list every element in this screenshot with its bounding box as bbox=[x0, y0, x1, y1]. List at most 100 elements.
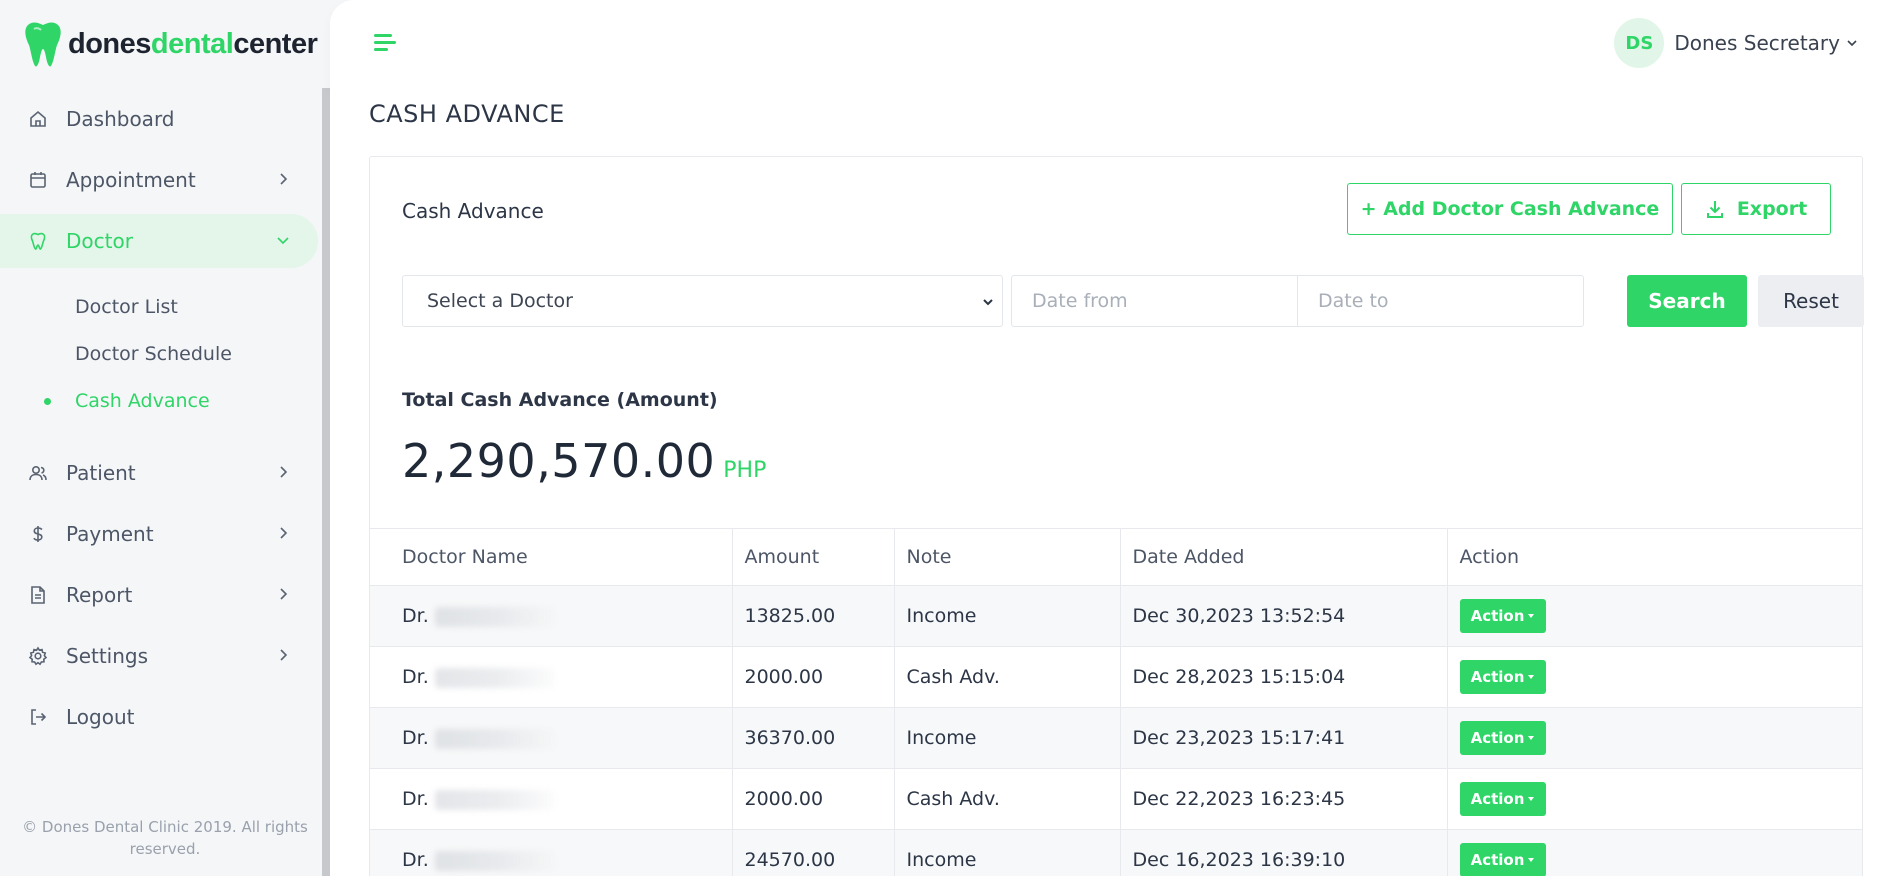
table-header-row: Doctor Name Amount Note Date Added Actio… bbox=[370, 528, 1862, 586]
caret-down-icon bbox=[1528, 614, 1535, 618]
search-button[interactable]: Search bbox=[1627, 275, 1747, 327]
sidebar-subitem-cash-advance[interactable]: Cash Advance bbox=[0, 377, 318, 424]
chevron-right-icon bbox=[280, 527, 288, 539]
avatar: DS bbox=[1614, 18, 1665, 68]
amount-cell: 2000.00 bbox=[731, 768, 894, 830]
download-icon bbox=[1706, 201, 1723, 218]
doctor-name-cell: Dr. bbox=[370, 585, 732, 647]
home-icon bbox=[28, 109, 48, 129]
total-value: 2,290,570.00 PHP bbox=[402, 434, 766, 488]
action-dropdown-button[interactable]: Action bbox=[1459, 782, 1546, 816]
logout-icon bbox=[28, 707, 48, 727]
chevron-down-icon bbox=[1847, 40, 1857, 47]
sidebar-item-label: Settings bbox=[66, 644, 149, 668]
date-cell: Dec 23,2023 15:17:41 bbox=[1119, 707, 1447, 769]
sidebar-item-appointment[interactable]: Appointment bbox=[0, 153, 318, 207]
brand-part-dones: dones bbox=[68, 27, 151, 60]
action-label: Action bbox=[1470, 790, 1525, 808]
user-menu[interactable]: DS Dones Secretary bbox=[1614, 18, 1858, 68]
sidebar-item-dashboard[interactable]: Dashboard bbox=[0, 92, 318, 146]
date-cell: Dec 28,2023 15:15:04 bbox=[1119, 646, 1447, 708]
caret-down-icon bbox=[1528, 797, 1535, 801]
doctor-submenu: Doctor List Doctor Schedule Cash Advance bbox=[0, 275, 318, 434]
chevron-right-icon bbox=[280, 466, 288, 478]
users-icon bbox=[28, 463, 48, 483]
amount-cell: 24570.00 bbox=[731, 829, 894, 876]
table-row: Dr. 2000.00 Cash Adv. Dec 28,2023 15:15:… bbox=[370, 646, 1862, 708]
sidebar-item-label: Logout bbox=[66, 705, 135, 729]
action-cell: Action bbox=[1446, 707, 1862, 769]
table-row: Dr. 24570.00 Income Dec 16,2023 16:39:10… bbox=[370, 829, 1862, 876]
doctor-name-cell: Dr. bbox=[370, 646, 732, 708]
menu-toggle-icon[interactable] bbox=[374, 34, 398, 52]
redacted-name bbox=[434, 789, 555, 810]
page-title: CASH ADVANCE bbox=[369, 100, 565, 128]
table-row: Dr. 13825.00 Income Dec 30,2023 13:52:54… bbox=[370, 585, 1862, 647]
doctor-prefix: Dr. bbox=[402, 727, 429, 749]
total-label: Total Cash Advance (Amount) bbox=[402, 389, 718, 411]
amount-cell: 2000.00 bbox=[731, 646, 894, 708]
column-header-note[interactable]: Note bbox=[893, 528, 1120, 586]
sidebar-item-report[interactable]: Report bbox=[0, 568, 318, 622]
dollar-icon bbox=[28, 524, 48, 544]
action-cell: Action bbox=[1446, 829, 1862, 876]
brand-part-dental: dental bbox=[150, 27, 234, 60]
date-to-input[interactable]: Date to bbox=[1297, 275, 1584, 327]
note-cell: Cash Adv. bbox=[893, 768, 1120, 830]
action-dropdown-button[interactable]: Action bbox=[1459, 721, 1546, 755]
action-label: Action bbox=[1470, 668, 1525, 686]
action-cell: Action bbox=[1446, 646, 1862, 708]
sidebar-scrollbar[interactable] bbox=[322, 88, 330, 876]
main-content: CASH ADVANCE Cash Advance + Add Doctor C… bbox=[330, 88, 1894, 876]
doctor-prefix: Dr. bbox=[402, 666, 429, 688]
export-button[interactable]: Export bbox=[1681, 183, 1831, 235]
caret-down-icon bbox=[1528, 675, 1535, 679]
action-cell: Action bbox=[1446, 585, 1862, 647]
column-header-date-added[interactable]: Date Added bbox=[1119, 528, 1447, 586]
date-cell: Dec 22,2023 16:23:45 bbox=[1119, 768, 1447, 830]
card-title: Cash Advance bbox=[402, 199, 544, 223]
brand-logo[interactable]: donesdentalcenter bbox=[24, 20, 318, 68]
action-label: Action bbox=[1470, 607, 1525, 625]
chevron-right-icon bbox=[280, 649, 288, 661]
sidebar-item-payment[interactable]: Payment bbox=[0, 507, 318, 561]
export-label: Export bbox=[1736, 198, 1808, 220]
add-doctor-cash-advance-button[interactable]: + Add Doctor Cash Advance bbox=[1347, 183, 1673, 235]
note-cell: Cash Adv. bbox=[893, 646, 1120, 708]
doctor-name-cell: Dr. bbox=[370, 768, 732, 830]
action-label: Action bbox=[1470, 851, 1525, 869]
reset-button[interactable]: Reset bbox=[1758, 275, 1864, 327]
chevron-down-icon bbox=[983, 299, 993, 306]
calendar-icon bbox=[28, 170, 48, 190]
sidebar-item-label: Doctor bbox=[66, 229, 133, 253]
sidebar-subitem-doctor-schedule[interactable]: Doctor Schedule bbox=[0, 330, 318, 377]
caret-down-icon bbox=[1528, 858, 1535, 862]
sidebar-item-label: Dashboard bbox=[66, 107, 175, 131]
action-cell: Action bbox=[1446, 768, 1862, 830]
column-header-doctor-name[interactable]: Doctor Name bbox=[370, 528, 732, 586]
sidebar-item-doctor[interactable]: Doctor bbox=[0, 214, 318, 268]
column-header-action: Action bbox=[1446, 528, 1862, 586]
sidebar-item-label: Payment bbox=[66, 522, 154, 546]
doctor-name-cell: Dr. bbox=[370, 707, 732, 769]
sidebar-item-patient[interactable]: Patient bbox=[0, 446, 318, 500]
brand-part-center: center bbox=[233, 27, 318, 60]
date-from-input[interactable]: Date from bbox=[1011, 275, 1298, 327]
doctor-select[interactable]: Select a Doctor bbox=[402, 275, 1003, 327]
sidebar-item-settings[interactable]: Settings bbox=[0, 629, 318, 683]
sidebar-item-logout[interactable]: Logout bbox=[0, 690, 318, 744]
action-dropdown-button[interactable]: Action bbox=[1459, 843, 1546, 876]
redacted-name bbox=[434, 728, 555, 749]
action-dropdown-button[interactable]: Action bbox=[1459, 660, 1546, 694]
chevron-down-icon bbox=[277, 237, 289, 245]
date-cell: Dec 30,2023 13:52:54 bbox=[1119, 585, 1447, 647]
redacted-name bbox=[434, 850, 555, 871]
action-dropdown-button[interactable]: Action bbox=[1459, 599, 1546, 633]
action-label: Action bbox=[1470, 729, 1525, 747]
column-header-amount[interactable]: Amount bbox=[731, 528, 894, 586]
document-icon bbox=[28, 585, 48, 605]
sidebar-item-label: Patient bbox=[66, 461, 136, 485]
doctor-name-cell: Dr. bbox=[370, 829, 732, 876]
sidebar-subitem-doctor-list[interactable]: Doctor List bbox=[0, 283, 318, 330]
date-cell: Dec 16,2023 16:39:10 bbox=[1119, 829, 1447, 876]
